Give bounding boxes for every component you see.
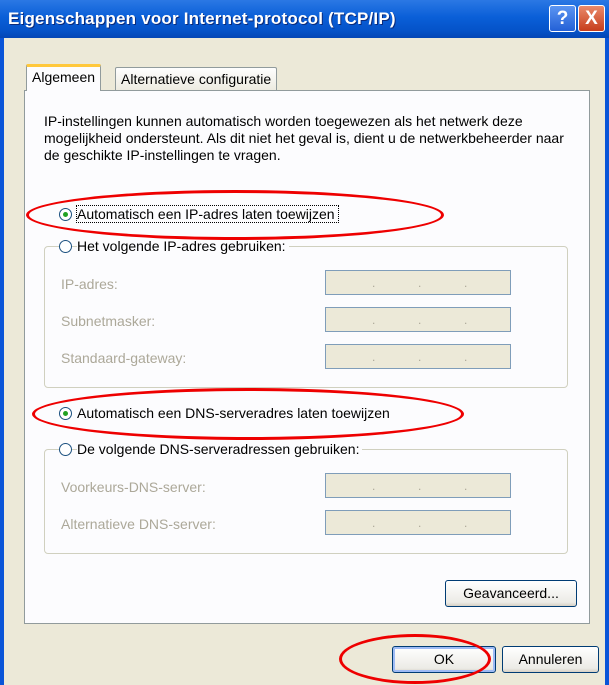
auto-dns-radio[interactable]: Automatisch een DNS-serveradres laten to… [59,405,393,421]
cancel-button[interactable]: Annuleren [502,646,599,673]
title-bar: Eigenschappen voor Internet-protocol (TC… [0,0,609,38]
ip-address-label: IP-adres: [61,276,118,292]
advanced-button[interactable]: Geavanceerd... [445,580,577,607]
subnet-mask-field[interactable]: ... [325,307,511,332]
alternate-dns-field[interactable]: ... [325,510,511,535]
window-border [0,38,4,685]
description-text: IP-instellingen kunnen automatisch worde… [44,113,564,163]
auto-dns-label[interactable]: Automatisch een DNS-serveradres laten to… [77,405,393,421]
manual-ip-label[interactable]: Het volgende IP-adres gebruiken: [77,238,289,254]
default-gateway-label: Standaard-gateway: [61,350,187,366]
window-border [605,38,609,685]
manual-ip-radio[interactable]: Het volgende IP-adres gebruiken: [59,238,289,254]
close-icon[interactable]: X [578,5,605,32]
auto-ip-radio[interactable]: Automatisch een IP-adres laten toewijzen [59,205,339,223]
ok-button[interactable]: OK [392,646,496,673]
preferred-dns-field[interactable]: ... [325,473,511,498]
subnet-mask-label: Subnetmasker: [61,313,156,329]
default-gateway-field[interactable]: ... [325,344,511,369]
radio-button[interactable] [59,442,72,456]
auto-ip-label[interactable]: Automatisch een IP-adres laten toewijzen [76,205,339,223]
manual-dns-label[interactable]: De volgende DNS-serveradressen gebruiken… [77,441,363,457]
dns-groupbox [44,449,568,554]
window-title: Eigenschappen voor Internet-protocol (TC… [8,9,396,28]
alternate-dns-label: Alternatieve DNS-server: [61,516,216,532]
help-icon[interactable]: ? [549,5,576,32]
manual-dns-radio[interactable]: De volgende DNS-serveradressen gebruiken… [59,441,363,457]
radio-button[interactable] [59,207,72,221]
preferred-dns-label: Voorkeurs-DNS-server: [61,479,206,495]
tab-alternate-configuration[interactable]: Alternatieve configuratie [115,67,278,91]
radio-button[interactable] [59,406,72,420]
ip-address-field[interactable]: ... [325,270,511,295]
radio-button[interactable] [59,239,72,253]
tab-general[interactable]: Algemeen [26,64,102,91]
